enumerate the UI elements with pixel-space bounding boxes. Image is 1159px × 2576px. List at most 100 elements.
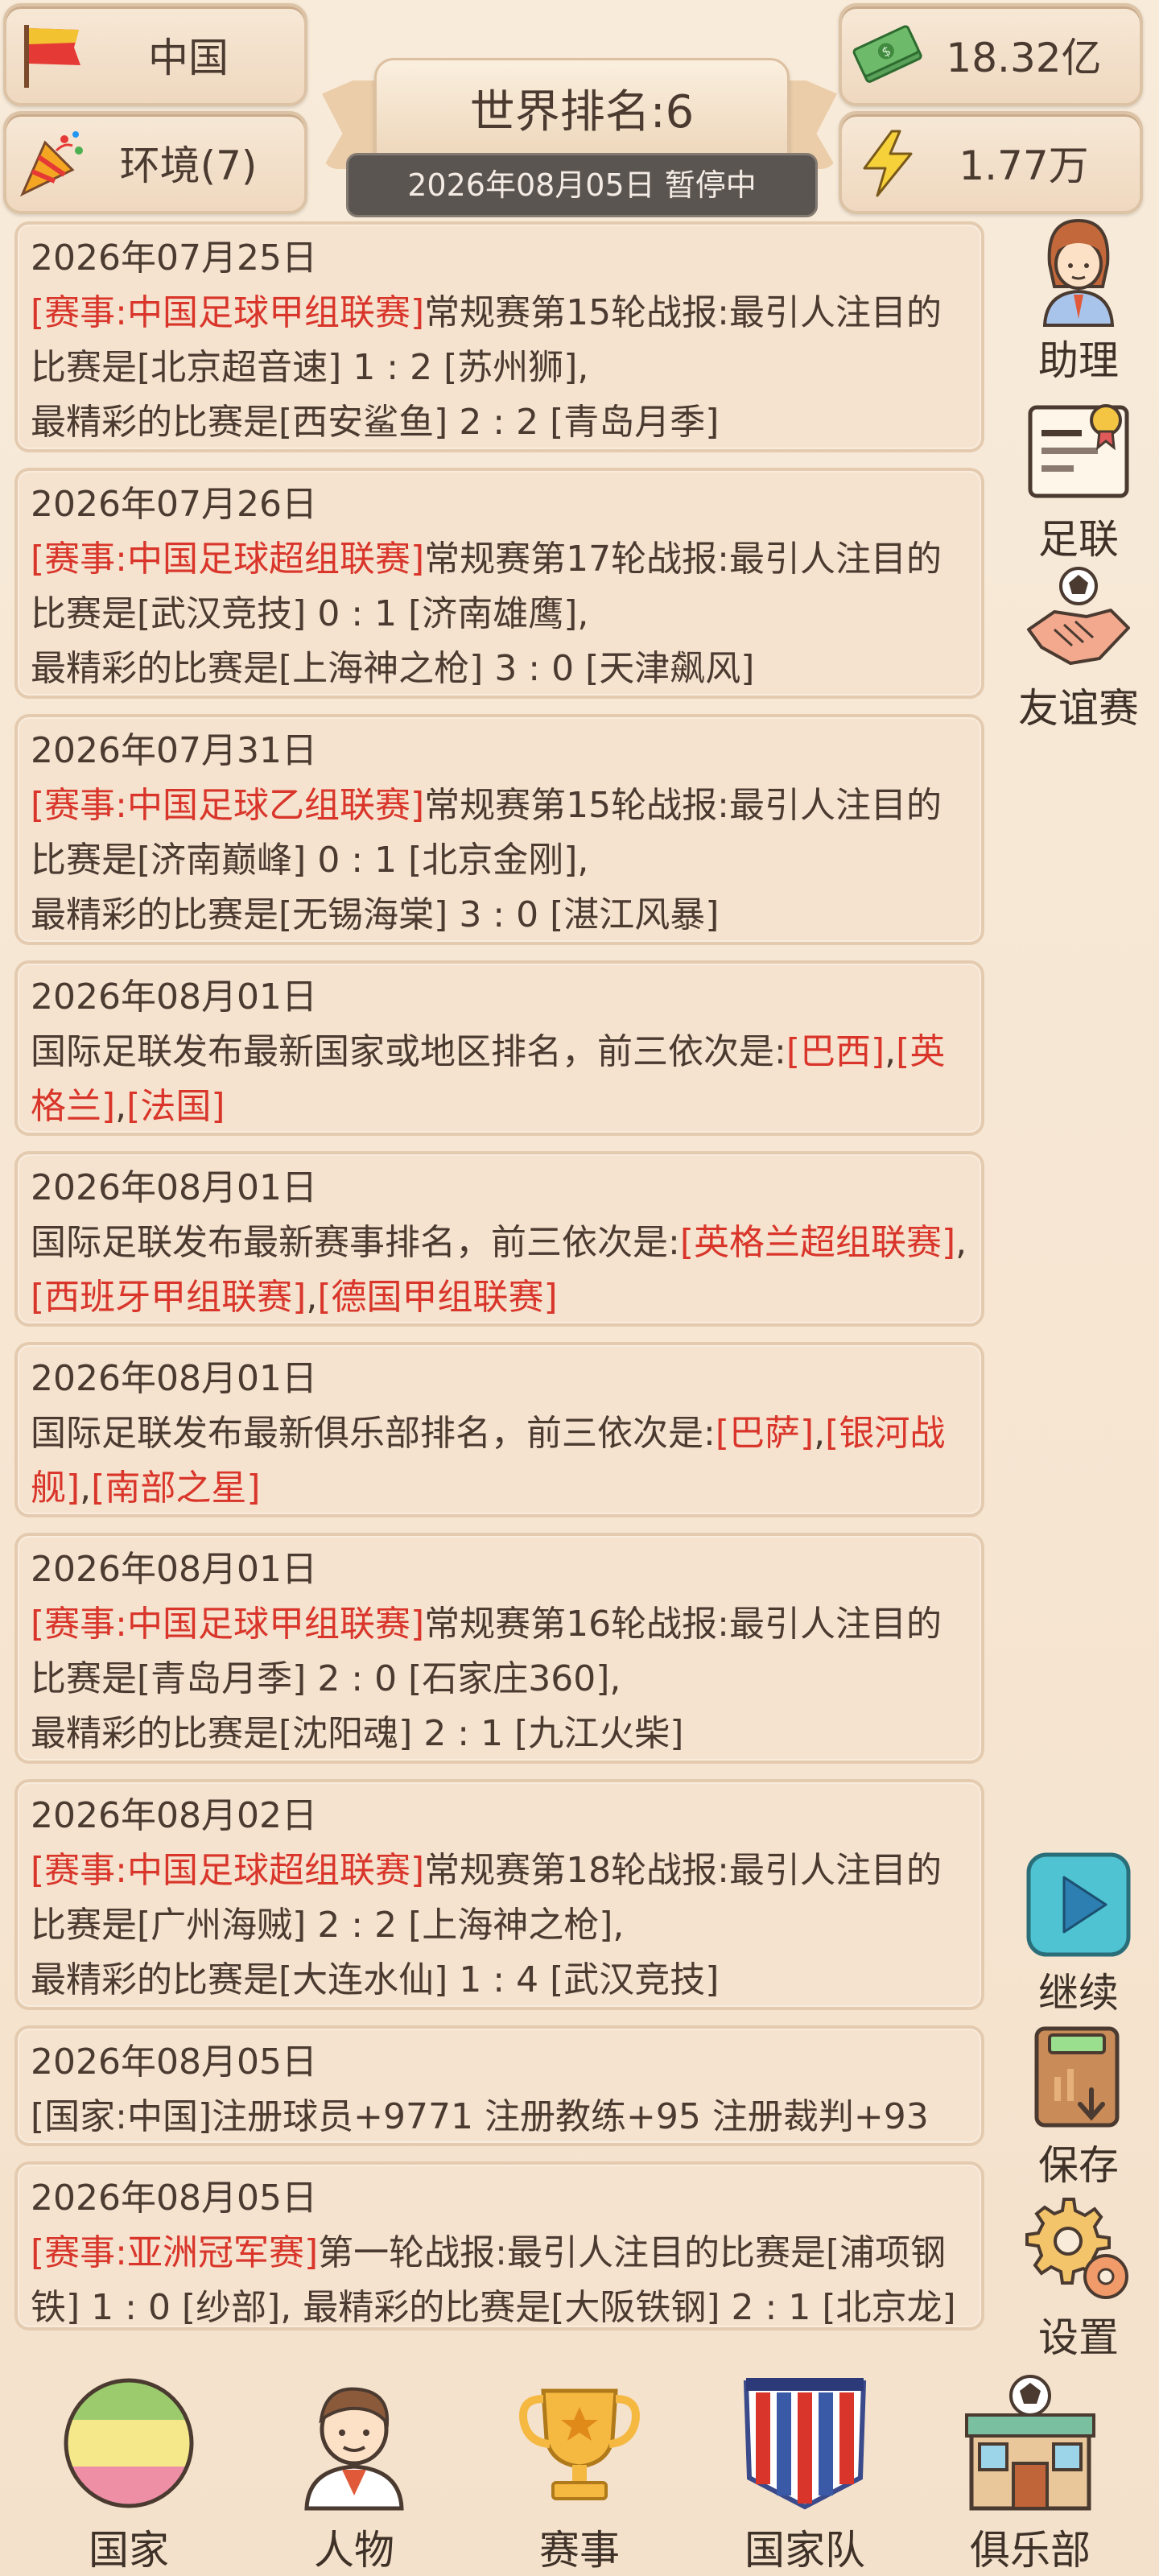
news-highlight[interactable]: [德国甲组联赛] <box>317 1277 557 1318</box>
news-highlight[interactable]: [巴萨] <box>716 1413 814 1454</box>
news-text: 最精彩的比赛是[无锡海棠] 3 : 0 [湛江风暴] <box>31 894 720 935</box>
news-highlight[interactable]: [赛事:中国足球乙组联赛] <box>31 785 424 826</box>
news-date: 2026年08月01日 <box>31 976 317 1018</box>
news-date: 2026年07月31日 <box>31 730 317 771</box>
news-body: 国际足联发布最新俱乐部排名，前三依次是:[巴萨],[银河战舰],[南部之星] <box>31 1406 968 1516</box>
nav-club-label: 俱乐部 <box>970 2527 1091 2574</box>
news-highlight[interactable]: [西班牙甲组联赛] <box>31 1277 306 1318</box>
game-date-status: 2026年08月05日 暂停中 <box>346 153 818 217</box>
nav-events-label: 赛事 <box>539 2527 620 2574</box>
continue-button[interactable]: 继续 <box>1006 1848 1151 2019</box>
news-highlight[interactable]: [赛事:亚洲冠军赛] <box>31 2232 318 2273</box>
news-text: 国际足联发布最新俱乐部排名，前三依次是: <box>31 1413 716 1454</box>
news-card[interactable]: 2026年08月01日 国际足联发布最新俱乐部排名，前三依次是:[巴萨],[银河战… <box>14 1342 984 1517</box>
save-button[interactable]: 保存 <box>1006 2021 1151 2191</box>
lightning-icon <box>852 126 924 199</box>
news-date: 2026年08月05日 <box>31 2041 317 2083</box>
news-highlight[interactable]: [赛事:中国足球甲组联赛] <box>31 292 424 333</box>
news-body: 国际足联发布最新国家或地区排名，前三依次是:[巴西],[英格兰],[法国] <box>31 1025 968 1134</box>
energy-display[interactable]: 1.77万 <box>839 111 1143 214</box>
flag-icon <box>16 19 89 91</box>
news-text: 最精彩的比赛是[上海神之枪] 3 : 0 [天津飙风] <box>31 648 755 689</box>
nav-country-label: 国家 <box>89 2527 169 2574</box>
trophy-icon <box>511 2375 648 2512</box>
news-highlight[interactable]: [巴西] <box>786 1031 885 1072</box>
news-text: , <box>885 1031 897 1072</box>
money-stack-icon: $ <box>852 19 924 91</box>
handshake-ball-icon <box>1022 564 1135 676</box>
assistant-label: 助理 <box>1038 337 1119 384</box>
football-association-label: 足联 <box>1038 516 1119 563</box>
save-box-icon <box>1022 2021 1135 2133</box>
money-value: 18.32亿 <box>946 35 1102 81</box>
assistant-icon <box>1022 216 1135 328</box>
news-text: , <box>306 1277 318 1318</box>
play-icon <box>1022 1848 1135 1961</box>
news-text: 国际足联发布最新赛事排名，前三依次是: <box>31 1222 680 1263</box>
news-text: 最精彩的比赛是[西安鲨鱼] 2 : 2 [青岛月季] <box>31 402 720 443</box>
news-text: , <box>115 1086 127 1127</box>
party-popper-icon <box>16 126 89 199</box>
settings-button[interactable]: 设置 <box>1006 2193 1151 2363</box>
news-card[interactable]: 2026年07月26日 [赛事:中国足球超组联赛]常规赛第17轮战报:最引人注目的… <box>14 468 984 699</box>
news-card[interactable]: 2026年08月05日 [国家:中国]注册球员+9771 注册教练+95 注册裁判… <box>14 2025 984 2146</box>
news-date: 2026年07月25日 <box>31 237 317 279</box>
news-date: 2026年08月01日 <box>31 1167 317 1208</box>
gear-icon <box>1022 2193 1135 2306</box>
news-card[interactable]: 2026年07月31日 [赛事:中国足球乙组联赛]常规赛第15轮战报:最引人注目的… <box>14 714 984 945</box>
energy-value: 1.77万 <box>959 142 1089 189</box>
news-card[interactable]: 2026年08月05日 [赛事:亚洲冠军赛]第一轮战报:最引人注目的比赛是[浦项钢… <box>14 2161 984 2330</box>
news-text: 最精彩的比赛是[大连水仙] 1 : 4 [武汉竞技] <box>31 1959 720 2000</box>
news-body: [赛事:中国足球甲组联赛]常规赛第15轮战报:最引人注目的比赛是[北京超音速] … <box>31 286 968 450</box>
nav-events[interactable]: 赛事 <box>483 2351 676 2576</box>
news-card[interactable]: 2026年08月01日 [赛事:中国足球甲组联赛]常规赛第16轮战报:最引人注目的… <box>14 1533 984 1764</box>
certificate-icon <box>1022 394 1135 507</box>
news-card[interactable]: 2026年08月01日国际足联发布最新国家或地区排名，前三依次是:[巴西],[英… <box>14 960 984 1136</box>
save-label: 保存 <box>1038 2142 1119 2189</box>
country-button[interactable]: 中国 <box>3 3 307 106</box>
news-body: [赛事:中国足球超组联赛]常规赛第18轮战报:最引人注目的比赛是[广州海贼] 2… <box>31 1843 968 2008</box>
continue-label: 继续 <box>1038 1970 1119 2017</box>
nav-national-team-label: 国家队 <box>744 2527 865 2574</box>
news-highlight[interactable]: [赛事:中国足球甲组联赛] <box>31 1604 424 1645</box>
football-association-button[interactable]: 足联 <box>1006 394 1151 565</box>
news-card[interactable]: 2026年08月02日 [赛事:中国足球超组联赛]常规赛第18轮战报:最引人注目的… <box>14 1779 984 2010</box>
news-body: [赛事:亚洲冠军赛]第一轮战报:最引人注目的比赛是[浦项钢铁] 1 : 0 [纱… <box>31 2226 968 2335</box>
game-screen: 中国 环境(7) $ 18.32亿 1.77万 世界排名:6 2026年08月0… <box>0 0 1159 2576</box>
news-card[interactable]: 2026年07月25日 [赛事:中国足球甲组联赛]常规赛第15轮战报:最引人注目的… <box>14 221 984 452</box>
news-date: 2026年07月26日 <box>31 484 317 525</box>
nav-national-team[interactable]: 国家队 <box>708 2351 901 2576</box>
country-flag-icon <box>60 2375 197 2512</box>
news-body: [赛事:中国足球乙组联赛]常规赛第15轮战报:最引人注目的比赛是[济南巅峰] 0… <box>31 778 968 943</box>
news-card[interactable]: 2026年08月01日国际足联发布最新赛事排名，前三依次是:[英格兰超组联赛],… <box>14 1151 984 1327</box>
news-highlight[interactable]: [赛事:中国足球超组联赛] <box>31 539 424 580</box>
news-highlight[interactable]: [法国] <box>126 1086 225 1127</box>
nav-people[interactable]: 人物 <box>258 2351 451 2576</box>
news-date: 2026年08月01日 <box>31 1358 317 1399</box>
environment-label: 环境(7) <box>119 142 258 189</box>
nav-country[interactable]: 国家 <box>32 2351 225 2576</box>
friendly-match-button[interactable]: 友谊赛 <box>1006 564 1151 734</box>
news-text: , <box>814 1413 826 1454</box>
world-rank-label: 世界排名:6 <box>374 58 790 167</box>
news-date: 2026年08月02日 <box>31 1795 317 1836</box>
person-icon <box>286 2375 423 2512</box>
news-text: 国际足联发布最新国家或地区排名，前三依次是: <box>31 1031 786 1072</box>
news-body: 国际足联发布最新赛事排名，前三依次是:[英格兰超组联赛],[西班牙甲组联赛],[… <box>31 1216 968 1325</box>
news-highlight[interactable]: [南部之星] <box>91 1468 260 1509</box>
news-highlight[interactable]: [英格兰超组联赛] <box>680 1222 955 1263</box>
assistant-button[interactable]: 助理 <box>1006 216 1151 386</box>
news-date: 2026年08月01日 <box>31 1549 317 1590</box>
nav-club[interactable]: 俱乐部 <box>934 2351 1127 2576</box>
clubhouse-icon <box>962 2375 1099 2512</box>
news-body: [赛事:中国足球超组联赛]常规赛第17轮战报:最引人注目的比赛是[武汉竞技] 0… <box>31 532 968 696</box>
money-display[interactable]: $ 18.32亿 <box>839 3 1143 106</box>
news-body: [赛事:中国足球甲组联赛]常规赛第16轮战报:最引人注目的比赛是[青岛月季] 2… <box>31 1597 968 1761</box>
news-date: 2026年08月05日 <box>31 2178 317 2219</box>
bottom-nav: 国家 人物 赛事 国家队 俱乐部 <box>0 2351 1159 2576</box>
country-name: 中国 <box>148 35 229 81</box>
environment-button[interactable]: 环境(7) <box>3 111 307 214</box>
world-rank-banner: 世界排名:6 2026年08月05日 暂停中 <box>322 32 837 217</box>
news-highlight[interactable]: [赛事:中国足球超组联赛] <box>31 1850 424 1891</box>
friendly-match-label: 友谊赛 <box>1018 685 1139 732</box>
